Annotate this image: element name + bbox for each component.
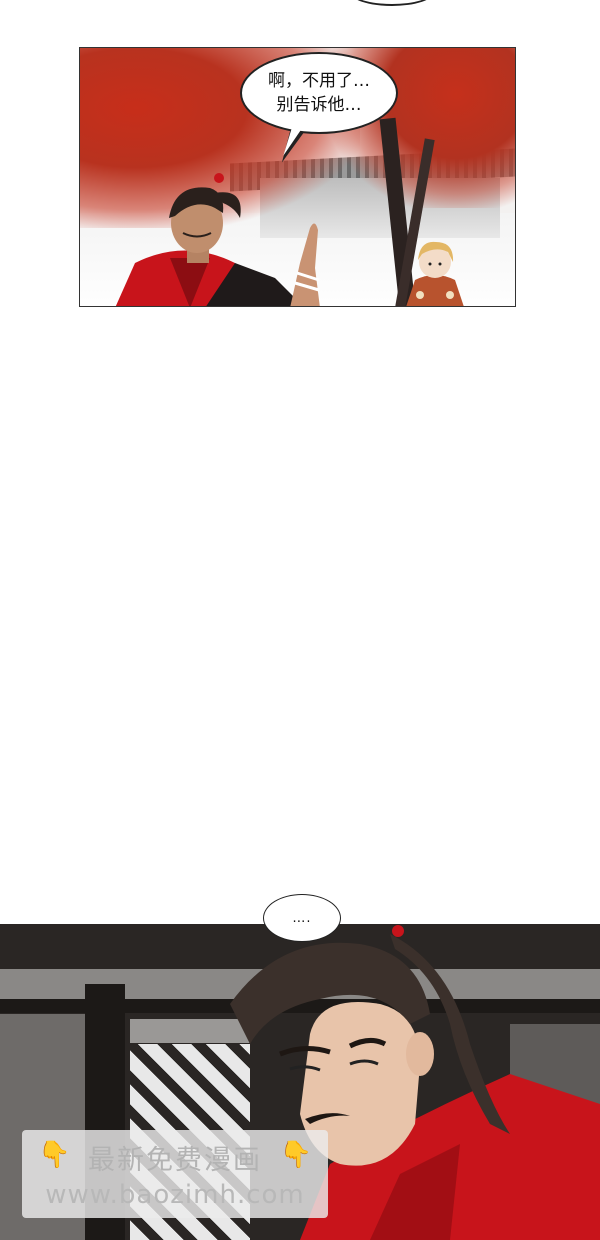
speech-bubble: …. [263,894,341,942]
watermark: 👇 👇 最新免费漫画 www.baozimh.com [22,1130,328,1218]
young-girl [406,241,464,306]
watermark-url: www.baozimh.com [45,1180,305,1210]
speech-bubble: 啊，不用了… 别告诉他… [240,52,398,134]
speech-text: …. [292,910,312,926]
speech-text: 别告诉他… [276,95,362,115]
watermark-title: 最新免费漫画 [88,1145,262,1176]
man-in-red-robe [115,173,320,306]
speech-text: 啊，不用了… [268,71,370,91]
top-bubble-edge [350,0,434,6]
